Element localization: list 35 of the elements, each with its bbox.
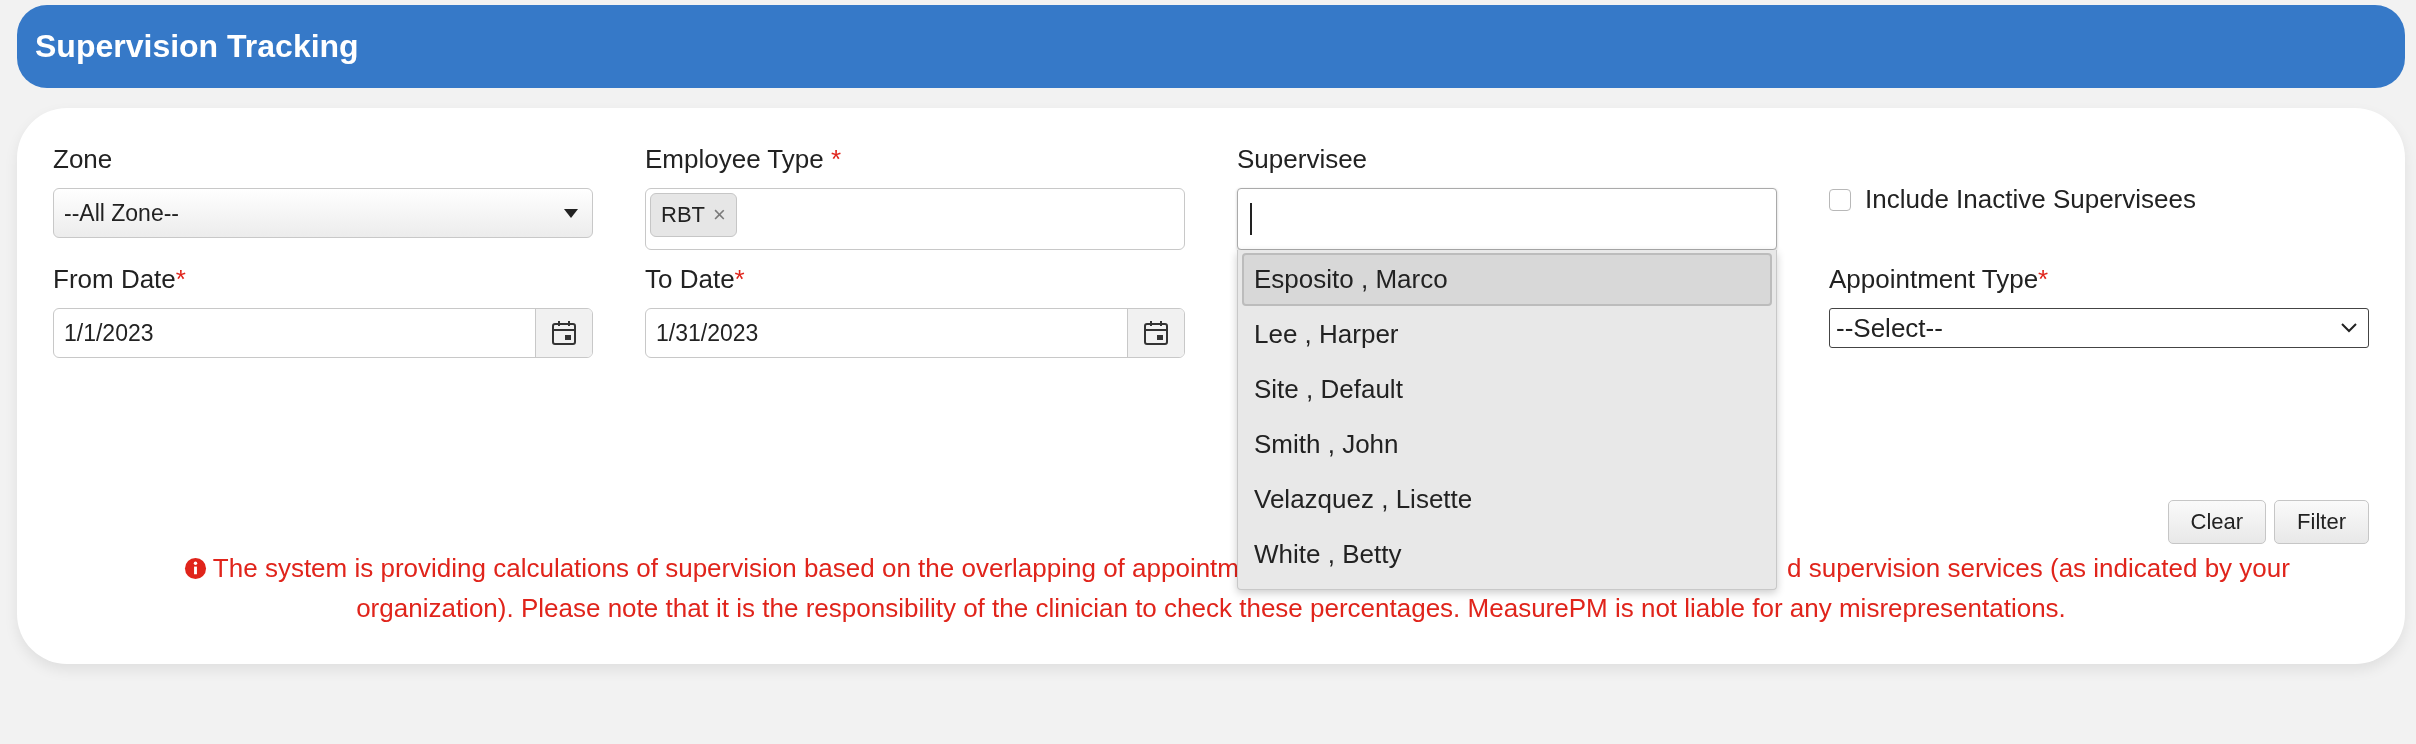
- dropdown-option[interactable]: Smith , John: [1242, 418, 1772, 471]
- field-label: Appointment Type*: [1829, 263, 2050, 295]
- tag: RBT ×: [650, 193, 737, 237]
- date-field[interactable]: 1/31/2023: [645, 308, 1185, 358]
- notice-text: organization). Please note that it is the responsibility of the clinician to check these percentages. MeasurePM is not liable for any misrepresentations.: [355, 592, 2067, 625]
- zone-select[interactable]: --All Zone--: [53, 188, 593, 238]
- required-mark: *: [829, 143, 842, 174]
- required-mark: *: [734, 263, 745, 294]
- action-button[interactable]: Filter: [2274, 500, 2369, 544]
- dropdown-option[interactable]: Lee , Harper: [1242, 308, 1772, 361]
- calendar-icon: [1143, 320, 1169, 346]
- chevron-down-icon: [2340, 322, 2358, 334]
- field-label: Employee Type *: [645, 143, 843, 175]
- dropdown-option[interactable]: Velazquez , Lisette: [1242, 473, 1772, 526]
- employee-type-field[interactable]: RBT ×: [645, 188, 1185, 250]
- dropdown-option[interactable]: White , Betty: [1242, 528, 1772, 581]
- notice-text: d supervision services (as indicated by your: [1787, 552, 2291, 585]
- field-label: From Date*: [53, 263, 187, 295]
- supervisee-field[interactable]: [1237, 188, 1777, 250]
- field-label: Supervisee: [1237, 143, 1369, 175]
- info-icon: [183, 556, 207, 580]
- appointment-type-select[interactable]: --Select--: [1829, 308, 2369, 348]
- dropdown-option[interactable]: Esposito , Marco: [1242, 253, 1772, 306]
- dropdown-option[interactable]: Site , Default: [1242, 363, 1772, 416]
- field-label: Zone: [53, 143, 114, 175]
- notice-text: The system is providing calculations of supervision based on the overlapping of appointm: [212, 552, 1239, 585]
- date-field[interactable]: 1/1/2023: [53, 308, 593, 358]
- checkbox-label: Include Inactive Supervisees: [1865, 184, 2196, 215]
- required-mark: *: [175, 263, 186, 294]
- calendar-icon: [551, 320, 577, 346]
- field-label: To Date*: [645, 263, 746, 295]
- action-button[interactable]: Clear: [2167, 500, 2267, 544]
- page-title: Supervision Tracking: [35, 28, 359, 65]
- required-mark: *: [2038, 263, 2049, 294]
- checkbox[interactable]: [1829, 188, 1851, 211]
